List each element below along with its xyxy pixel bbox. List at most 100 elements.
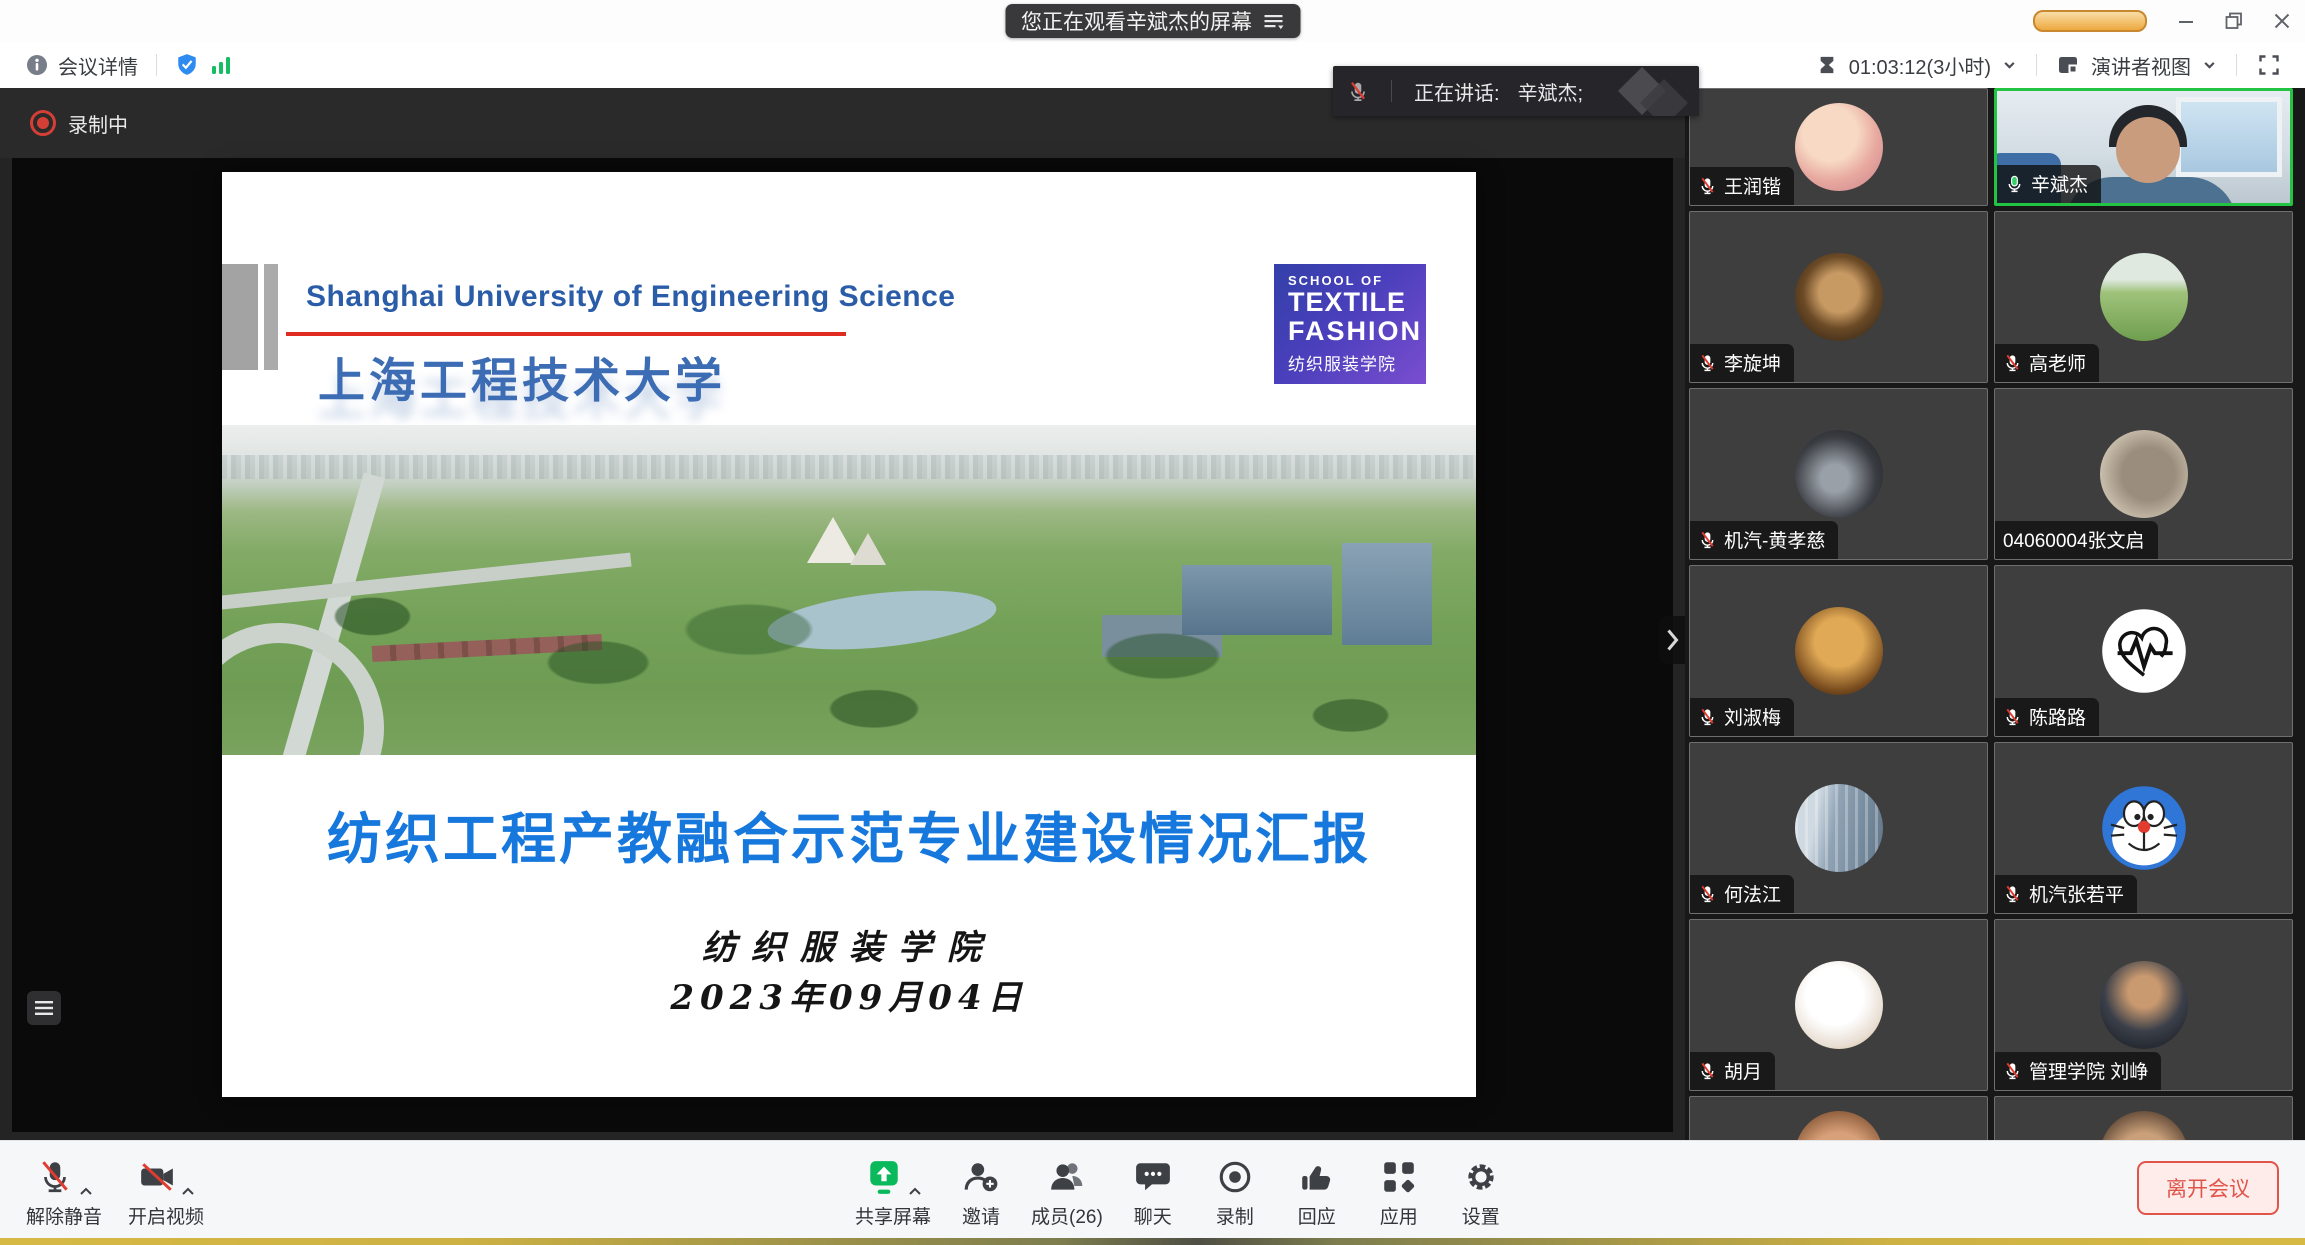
minimize-icon[interactable] — [2177, 12, 2195, 30]
close-icon[interactable] — [2273, 12, 2291, 30]
slide-title: 纺织工程产教融合示范专业建设情况汇报 — [222, 794, 1476, 874]
invite-button[interactable]: 邀请 — [949, 1152, 1013, 1229]
chat-icon — [1134, 1158, 1172, 1196]
mic-muted-icon — [1347, 80, 1369, 102]
mic-muted-icon — [2003, 884, 2022, 903]
banner-menu-icon[interactable] — [1264, 13, 1284, 30]
divider — [156, 54, 157, 76]
chevron-up-icon[interactable] — [908, 1186, 922, 1196]
participant-avatar — [1795, 253, 1883, 341]
meeting-timer[interactable]: 01:03:12(3小时) — [1849, 51, 1991, 80]
banner-label: 您正在观看辛斌杰的屏幕 — [1021, 6, 1252, 36]
participant-tile[interactable]: 胡月 — [1689, 919, 1988, 1091]
participant-tile[interactable]: 机汽-黄孝慈 — [1689, 388, 1988, 560]
participant-avatar — [1795, 103, 1883, 191]
participant-tile[interactable]: 04060004张文启 — [1994, 388, 2293, 560]
participant-tile[interactable]: 何法江 — [1689, 742, 1988, 914]
share-screen-icon — [865, 1158, 903, 1196]
participant-avatar — [1795, 607, 1883, 695]
mic-muted-icon — [1698, 1061, 1717, 1080]
record-icon — [1216, 1158, 1254, 1196]
record-button[interactable]: 录制 — [1203, 1152, 1267, 1229]
participant-name-tag: 刘淑梅 — [1690, 698, 1794, 736]
chevron-down-icon[interactable] — [2003, 60, 2016, 70]
members-button[interactable]: 成员(26) — [1031, 1152, 1103, 1229]
watching-screen-banner[interactable]: 您正在观看辛斌杰的屏幕 — [1005, 4, 1300, 38]
settings-button[interactable]: 设置 — [1449, 1152, 1513, 1229]
participant-avatar — [2100, 1111, 2188, 1140]
chevron-up-icon[interactable] — [79, 1186, 93, 1196]
network-signal-icon[interactable] — [209, 54, 233, 76]
chat-button[interactable]: 聊天 — [1121, 1152, 1185, 1229]
unmute-button[interactable]: 解除静音 — [26, 1152, 102, 1229]
shared-screen-content: Shanghai University of Engineering Scien… — [12, 158, 1673, 1132]
shared-screen-area: 录制中 Shanghai University of Engineering S… — [0, 88, 1685, 1140]
reaction-button[interactable]: 回应 — [1285, 1152, 1349, 1229]
meeting-window: 您正在观看辛斌杰的屏幕 会议详情 — [0, 0, 2305, 1245]
participants-panel: 王润锴 辛斌杰 李旋坤 高老师 — [1685, 88, 2305, 1140]
participant-tile[interactable]: 管理学院 刘峥 — [1994, 919, 2293, 1091]
participant-tile[interactable] — [1994, 1096, 2293, 1140]
info-icon[interactable] — [26, 54, 48, 76]
participant-tile[interactable] — [1689, 1096, 1988, 1140]
chevron-down-icon[interactable] — [2203, 60, 2216, 70]
bottom-toolbar: 解除静音 开启视频 — [0, 1140, 2305, 1239]
mic-muted-icon — [1698, 353, 1717, 372]
restore-icon[interactable] — [2225, 12, 2243, 30]
title-bar: 您正在观看辛斌杰的屏幕 — [0, 0, 2305, 43]
participant-name-tag: 何法江 — [1690, 875, 1794, 913]
desktop-edge-strip — [0, 1238, 2305, 1245]
slide-underline — [286, 332, 846, 336]
leave-meeting-button[interactable]: 离开会议 — [2137, 1161, 2279, 1215]
participant-name-tag: 机汽张若平 — [1995, 875, 2137, 913]
speaking-indicator-bar: 正在讲话: 辛斌杰; — [1333, 66, 1699, 116]
view-mode-button[interactable]: 演讲者视图 — [2091, 51, 2191, 80]
participant-tile[interactable]: 李旋坤 — [1689, 211, 1988, 383]
participant-avatar — [2100, 430, 2188, 518]
mic-muted-icon — [1698, 530, 1717, 549]
participant-name-tag: 04060004张文启 — [1995, 521, 2158, 559]
participant-tile[interactable]: 陈路路 — [1994, 565, 2293, 737]
apps-button[interactable]: 应用 — [1367, 1152, 1431, 1229]
participant-name-tag: 管理学院 刘峥 — [1995, 1052, 2161, 1090]
participant-tile[interactable]: 王润锴 — [1689, 88, 1988, 206]
fullscreen-icon[interactable] — [2257, 53, 2281, 77]
mic-muted-icon — [1698, 884, 1717, 903]
panel-collapse-arrow[interactable] — [1659, 616, 1685, 664]
recorder-pill — [2033, 10, 2147, 32]
recording-dot-icon — [30, 110, 56, 136]
university-name-zh: 上海工程技术大学 — [318, 342, 726, 411]
mic-muted-icon — [2003, 353, 2022, 372]
participant-tile-active-speaker[interactable]: 辛斌杰 — [1994, 88, 2293, 206]
chevron-up-icon[interactable] — [181, 1186, 195, 1196]
invite-icon — [962, 1158, 1000, 1196]
divider — [2236, 54, 2237, 76]
participant-name-tag: 辛斌杰 — [1997, 165, 2101, 203]
meeting-details-button[interactable]: 会议详情 — [58, 51, 138, 80]
presentation-slide: Shanghai University of Engineering Scien… — [222, 172, 1476, 1097]
camera-off-icon — [138, 1158, 176, 1196]
school-logo: SCHOOL OF TEXTILE FASHION 纺织服装学院 — [1274, 264, 1426, 384]
share-screen-button[interactable]: 共享屏幕 — [855, 1152, 931, 1229]
slide-decor-bar — [222, 264, 258, 370]
security-shield-icon[interactable] — [175, 53, 199, 77]
divider — [1391, 80, 1392, 102]
start-video-button[interactable]: 开启视频 — [128, 1152, 204, 1229]
apps-grid-icon — [1380, 1158, 1418, 1196]
participant-avatar — [2100, 253, 2188, 341]
participant-name-tag: 王润锴 — [1690, 167, 1794, 205]
participant-avatar — [2100, 961, 2188, 1049]
participant-name-tag: 高老师 — [1995, 344, 2099, 382]
slide-decor-bar — [264, 264, 278, 370]
window-controls — [2033, 0, 2291, 42]
participant-tile[interactable]: 高老师 — [1994, 211, 2293, 383]
mic-muted-icon — [1698, 707, 1717, 726]
layout-view-icon — [2057, 54, 2079, 76]
participant-name-tag: 陈路路 — [1995, 698, 2099, 736]
mic-muted-icon — [2003, 707, 2022, 726]
participant-avatar — [1795, 1111, 1883, 1140]
doraemon-avatar — [2100, 784, 2188, 872]
participant-tile[interactable]: 机汽张若平 — [1994, 742, 2293, 914]
participant-tile[interactable]: 刘淑梅 — [1689, 565, 1988, 737]
annotation-toolbar-toggle[interactable] — [27, 991, 61, 1025]
